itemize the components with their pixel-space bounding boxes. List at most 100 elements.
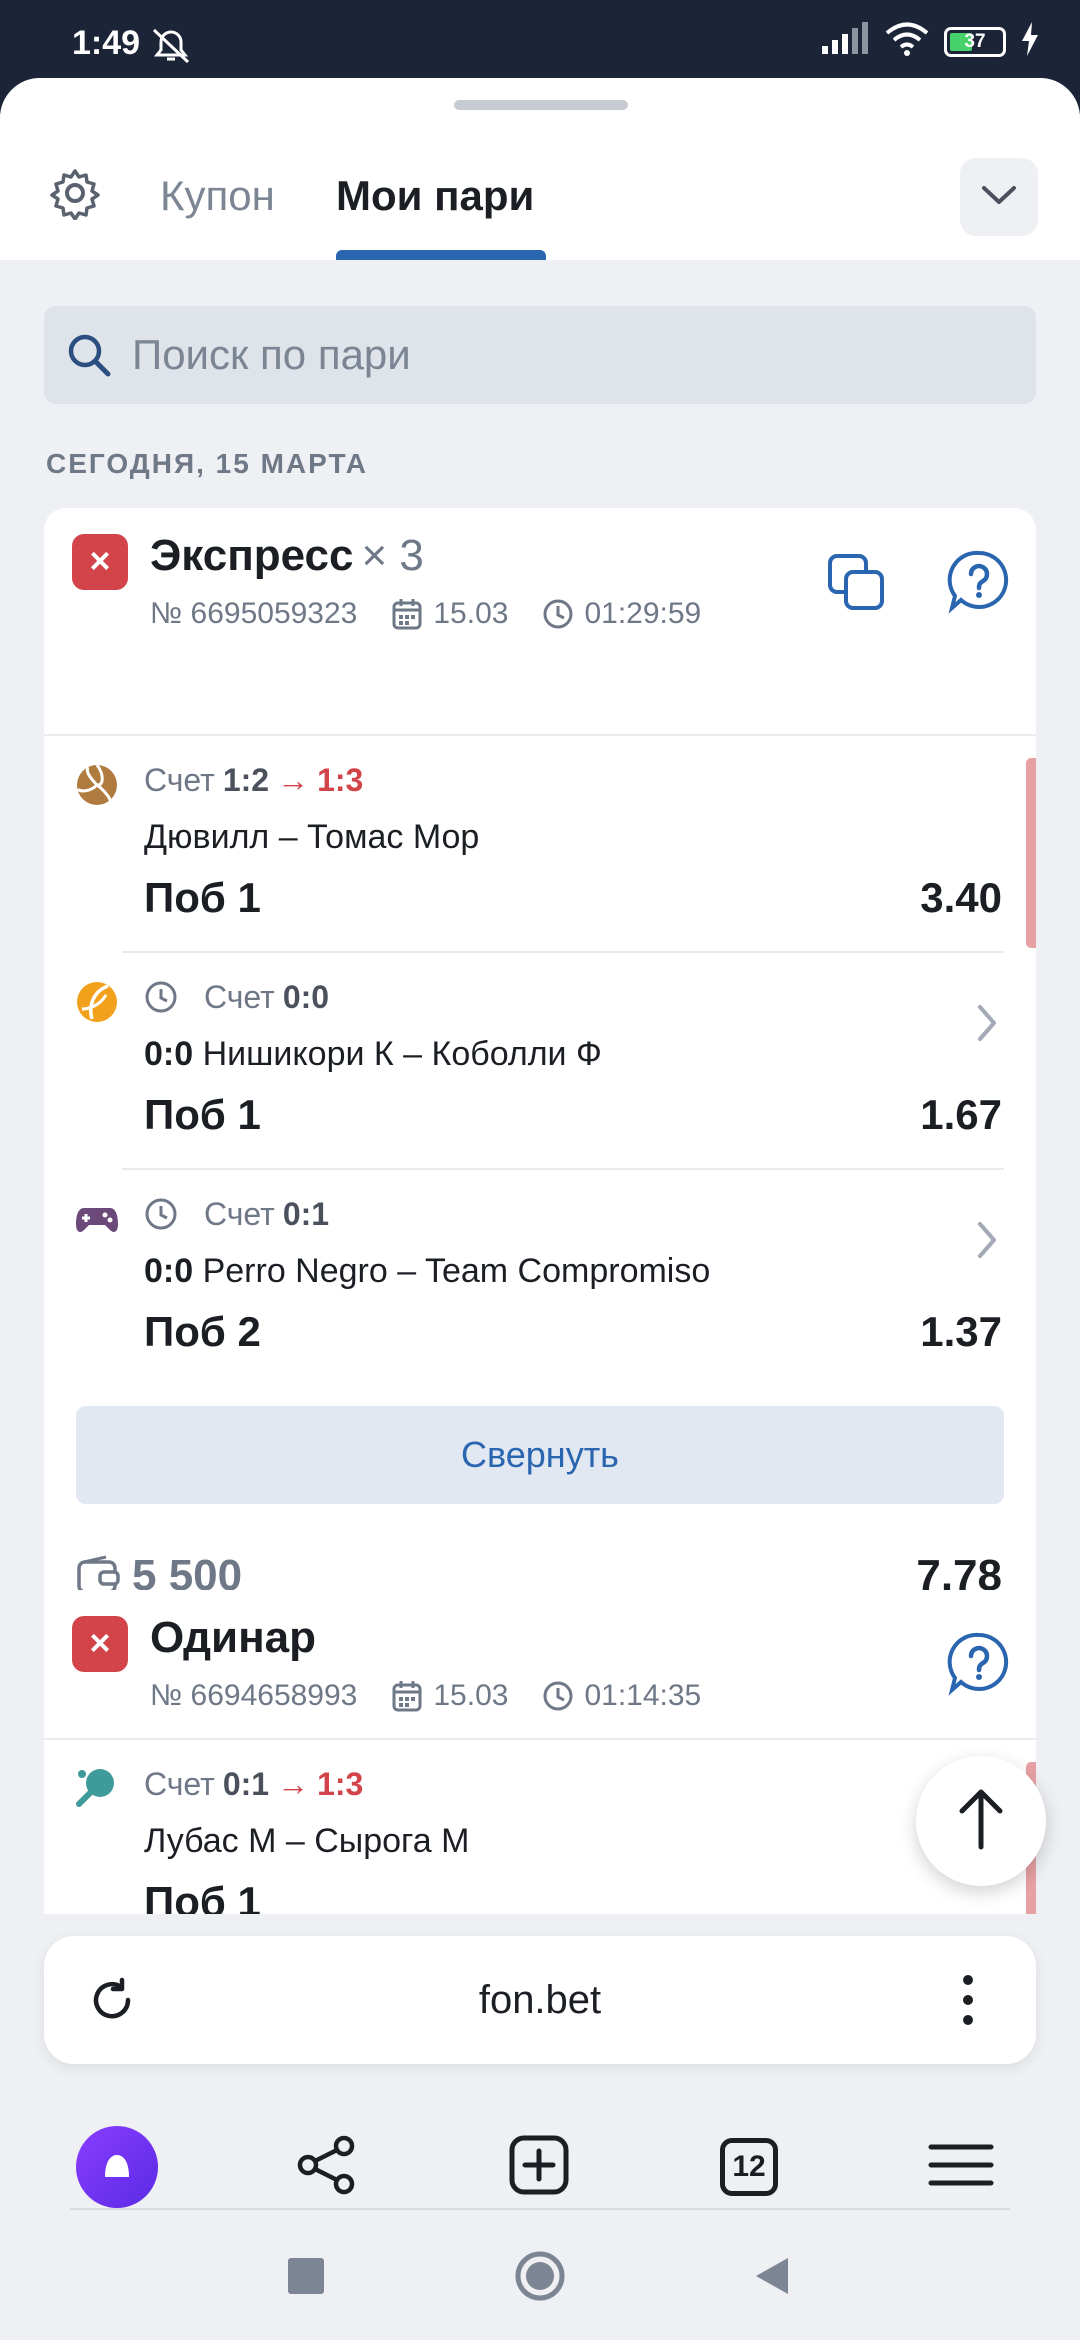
share-icon [296,2134,358,2201]
leg-odd: 3.40 [920,874,1002,921]
bets-sheet: Купон Мои пари Поиск по пари СЕГОДНЯ, 15… [0,78,1080,1914]
teams-names: Нишикори К – Коболли Ф [202,1035,602,1073]
hamburger-icon [928,2141,994,2194]
address-bar[interactable]: fon.bet [44,1936,1036,2064]
bet-leg[interactable]: Счет 0:1 → 1:3 Лубас М – Сырога М Поб 1 [44,1740,1036,1914]
bet-meta: № 6694658993 15.03 01:14:35 [150,1678,701,1714]
bet-leg[interactable]: Счет 0:0 0:0 Нишикори К – Коболли Ф Поб … [44,953,1036,1169]
bet-number: № 6695059323 [150,597,358,630]
leg-teams: Лубас М – Сырога М [144,1822,470,1860]
lost-status-badge: × [72,1616,128,1672]
battery-icon: 37 [944,26,1006,57]
leg-teams: 0:0 Perro Negro – Team Compromiso [144,1248,710,1294]
menu-button[interactable] [896,2102,1026,2232]
bet-card-express[interactable]: × Экспресс × 3 № 6695059323 15.03 01:29:5… [44,508,1036,1634]
live-score: 0:0 [144,1252,194,1290]
alice-assistant-button[interactable] [52,2102,182,2232]
leg-score: Счет 0:0 [144,975,329,1019]
toolbar-divider [70,2208,1010,2210]
search-icon [64,330,114,385]
gear-icon[interactable] [48,166,102,221]
bet-date: 15.03 [433,597,509,630]
bet-type-label: Экспресс [150,531,354,580]
chevron-right-icon[interactable] [976,1003,998,1048]
clock-icon [542,1680,574,1712]
arrow-up-icon [956,1787,1006,1856]
tabs-button[interactable]: 12 [684,2102,814,2232]
esports-gamepad-icon [74,1196,120,1242]
tabs-count-icon: 12 [720,2138,778,2196]
clock-time: 1:49 [72,24,141,62]
score-label: Счет [144,1766,215,1802]
calendar-icon [391,1679,423,1713]
leg-outcome: Поб 1 [144,874,261,921]
leg-count: × 3 [361,531,424,580]
recent-apps-icon[interactable] [284,2254,328,2303]
home-icon[interactable] [514,2250,566,2307]
score-label: Счет [204,1196,275,1232]
help-icon[interactable] [946,1630,1012,1696]
help-icon[interactable] [946,548,1012,614]
scroll-to-top-button[interactable] [916,1756,1046,1886]
live-score: 0:0 [144,1035,194,1073]
status-bar: 1:49 37 [0,0,1080,80]
new-tab-button[interactable] [474,2102,604,2232]
active-tab-indicator [336,250,546,260]
search-input[interactable]: Поиск по пари [44,306,1036,404]
score-value: 0:1 [282,1196,330,1232]
tab-coupon[interactable]: Купон [160,166,275,226]
bet-time: 01:29:59 [584,597,702,630]
share-button[interactable] [262,2102,392,2232]
battery-level: 37 [964,30,986,52]
back-icon[interactable] [752,2254,792,2303]
score-arrow: → [277,1766,310,1802]
charging-icon [1020,22,1040,61]
browser-toolbar: 12 [0,2102,1080,2232]
bet-leg[interactable]: Счет 0:1 0:0 Perro Negro – Team Compromi… [44,1170,1036,1386]
leg-outcome: Поб 1 [144,1878,261,1914]
clock-icon [144,1197,178,1231]
score-label: Счет [144,762,215,798]
bet-leg[interactable]: Счет 1:2 → 1:3 Дювилл – Томас Мор Поб 1 … [44,736,1036,952]
bet-type-title: Одинар [150,1613,317,1662]
chevron-down-icon [980,183,1018,212]
clock-icon [542,598,574,630]
leg-score: Счет 0:1 [144,1192,329,1236]
bet-card-single[interactable]: × Одинар № 6694658993 15.03 01:14:35 Сче… [44,1590,1036,1914]
teams-names: Perro Negro – Team Compromiso [202,1252,711,1290]
lost-status-badge: × [72,534,128,590]
leg-outcome: Поб 2 [144,1308,261,1355]
mute-alarm-icon [148,26,194,71]
score-old: 0:1 [222,1766,270,1802]
add-tab-icon [508,2134,570,2201]
leg-teams: Дювилл – Томас Мор [144,818,480,856]
table-tennis-icon [74,1766,120,1812]
score-old: 1:2 [222,762,270,798]
leg-outcome: Поб 1 [144,1091,261,1138]
wifi-icon [884,22,930,61]
more-vertical-icon[interactable] [960,1972,976,2033]
chevron-right-icon[interactable] [976,1220,998,1265]
clock-icon [144,980,178,1014]
system-navigation-bar [0,2214,1080,2340]
search-placeholder: Поиск по пари [132,331,411,378]
leg-odd: 1.37 [920,1308,1002,1355]
bet-number: № 6694658993 [150,1679,358,1712]
drag-handle[interactable] [454,100,628,110]
copy-icon[interactable] [824,550,890,616]
url-text[interactable]: fon.bet [44,1976,1036,2024]
collapse-legs-button[interactable]: Свернуть [76,1406,1004,1504]
bet-time: 01:14:35 [584,1679,702,1712]
leg-teams: 0:0 Нишикори К – Коболли Ф [144,1031,602,1077]
volleyball-icon [74,762,120,808]
collapse-sheet-button[interactable] [960,158,1038,236]
leg-score: Счет 1:2 → 1:3 [144,758,363,802]
leg-odd: 1.67 [920,1091,1002,1138]
score-value: 0:0 [282,979,330,1015]
score-new: 1:3 [317,1766,364,1802]
bet-date: 15.03 [433,1679,509,1712]
alice-icon [76,2126,158,2208]
tab-my-bets[interactable]: Мои пари [336,166,534,226]
score-label: Счет [204,979,275,1015]
score-arrow: → [277,762,310,798]
